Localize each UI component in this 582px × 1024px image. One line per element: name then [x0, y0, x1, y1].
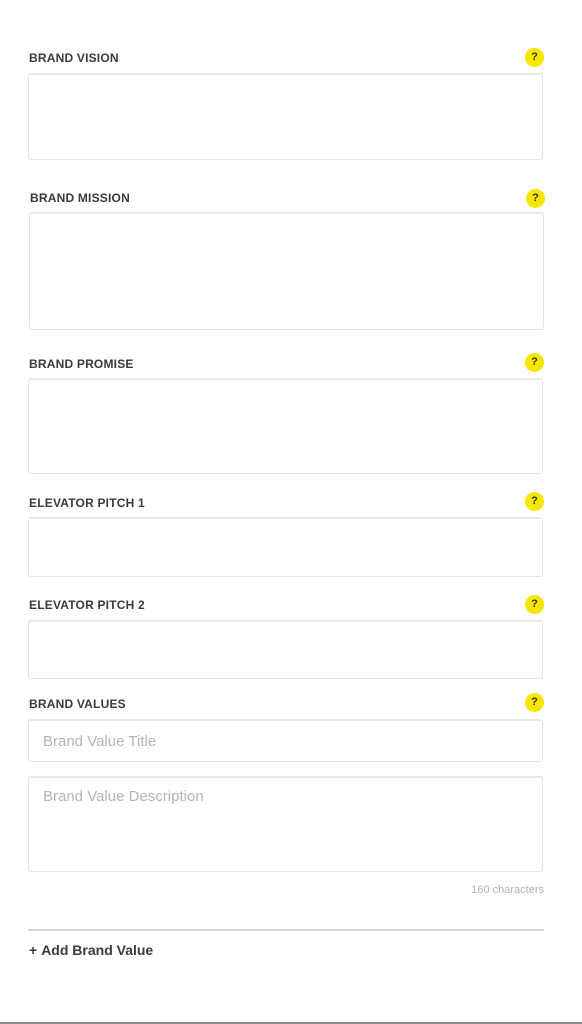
- brand-promise-label: BRAND PROMISE: [29, 357, 134, 371]
- brand-promise-input[interactable]: [28, 378, 543, 474]
- brand-value-title-input[interactable]: [28, 719, 543, 762]
- plus-icon: +: [29, 942, 38, 958]
- character-limit-text: 160 characters: [471, 884, 544, 896]
- brand-values-label: BRAND VALUES: [29, 697, 126, 711]
- add-brand-value-label: Add Brand Value: [41, 942, 154, 958]
- add-brand-value-button[interactable]: + Add Brand Value: [29, 942, 153, 958]
- brand-values-help-icon[interactable]: ?: [525, 693, 544, 712]
- elevator-pitch-1-input[interactable]: [28, 517, 543, 577]
- brand-vision-label: BRAND VISION: [29, 51, 119, 65]
- section-divider: [28, 929, 544, 931]
- brand-value-description-input[interactable]: [28, 776, 543, 872]
- brand-mission-help-icon[interactable]: ?: [526, 189, 545, 208]
- elevator-pitch-2-help-icon[interactable]: ?: [525, 595, 544, 614]
- elevator-pitch-1-help-icon[interactable]: ?: [525, 492, 544, 511]
- brand-mission-label: BRAND MISSION: [30, 191, 130, 205]
- elevator-pitch-1-label: ELEVATOR PITCH 1: [29, 496, 145, 510]
- elevator-pitch-2-label: ELEVATOR PITCH 2: [29, 598, 145, 612]
- brand-mission-input[interactable]: [29, 212, 544, 330]
- elevator-pitch-2-input[interactable]: [28, 620, 543, 679]
- brand-vision-input[interactable]: [28, 73, 543, 160]
- brand-vision-help-icon[interactable]: ?: [525, 48, 544, 67]
- brand-promise-help-icon[interactable]: ?: [525, 353, 544, 372]
